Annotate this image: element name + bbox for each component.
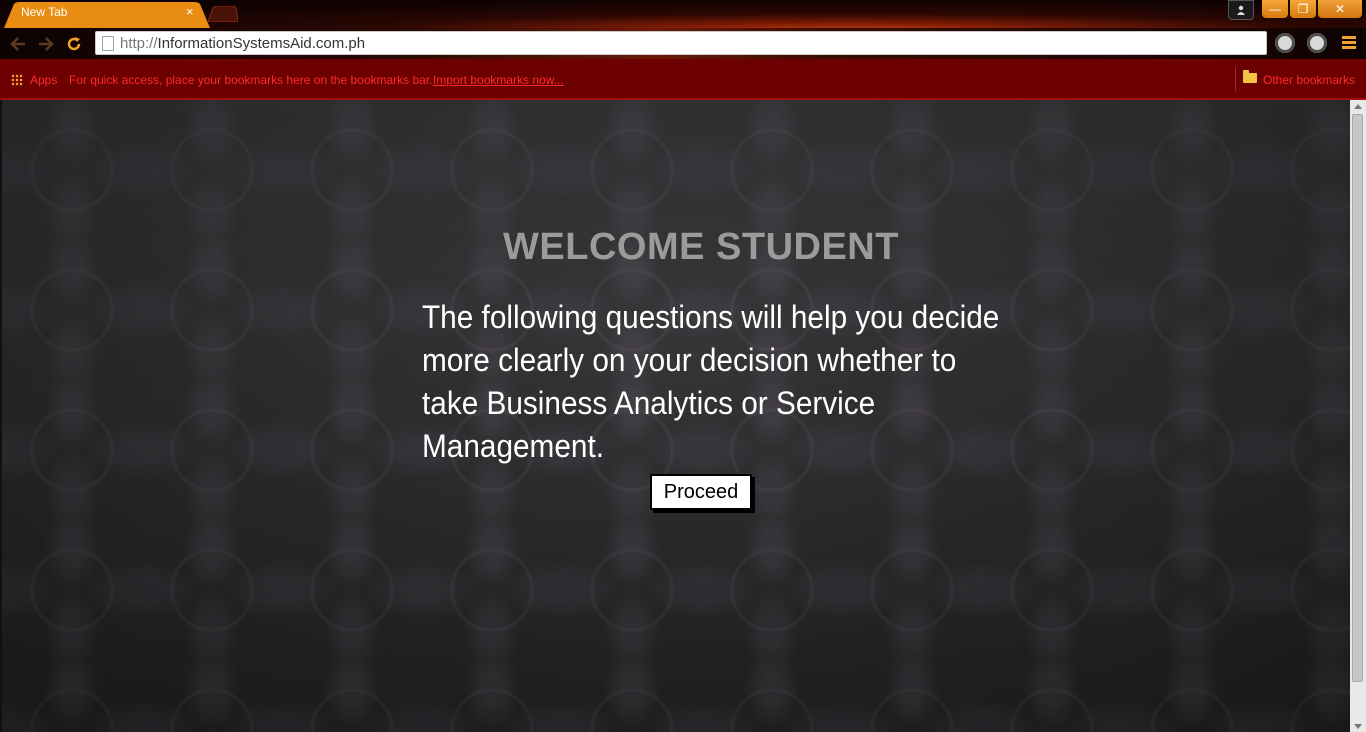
- proceed-button[interactable]: Proceed: [650, 474, 752, 510]
- url-text: http://InformationSystemsAid.com.ph: [120, 35, 366, 52]
- tab-close-icon[interactable]: ×: [186, 4, 194, 19]
- forward-arrow-icon[interactable]: [36, 34, 56, 54]
- import-bookmarks-link[interactable]: Import bookmarks now...: [433, 73, 564, 87]
- tab-title: New Tab: [21, 5, 68, 19]
- close-window-button[interactable]: ✕: [1318, 0, 1362, 18]
- folder-icon: [1243, 70, 1257, 83]
- vertical-scrollbar[interactable]: [1350, 100, 1366, 732]
- page-icon: [102, 36, 114, 51]
- page-heading: WELCOME STUDENT: [503, 226, 899, 268]
- bookmarks-divider: [1235, 67, 1236, 91]
- intro-message: The following questions will help you de…: [422, 299, 1000, 464]
- new-tab-button[interactable]: [208, 6, 238, 22]
- minimize-button[interactable]: —: [1262, 0, 1288, 18]
- scroll-up-arrow-icon[interactable]: [1354, 104, 1362, 109]
- apps-shortcut[interactable]: Apps: [30, 73, 57, 87]
- extension-icon[interactable]: [1275, 33, 1295, 53]
- reload-icon[interactable]: [64, 34, 84, 54]
- other-bookmarks-button[interactable]: Other bookmarks: [1263, 73, 1355, 87]
- back-arrow-icon[interactable]: [8, 34, 28, 54]
- user-icon[interactable]: [1228, 0, 1254, 20]
- bookmarks-hint: For quick access, place your bookmarks h…: [69, 73, 433, 87]
- maximize-button[interactable]: ❐: [1290, 0, 1316, 18]
- bookmarks-bar: Apps For quick access, place your bookma…: [0, 59, 1366, 100]
- title-bar: New Tab × — ❐ ✕: [0, 0, 1366, 28]
- apps-grid-icon[interactable]: [11, 74, 23, 86]
- browser-toolbar: http://InformationSystemsAid.com.ph: [0, 28, 1366, 59]
- scroll-thumb[interactable]: [1352, 114, 1363, 682]
- extension-shield-icon[interactable]: [1307, 33, 1327, 53]
- chrome-menu-icon[interactable]: [1342, 36, 1356, 50]
- scroll-down-arrow-icon[interactable]: [1354, 724, 1362, 729]
- address-bar[interactable]: http://InformationSystemsAid.com.ph: [95, 31, 1267, 55]
- page-viewport: WELCOME STUDENT The following questions …: [0, 100, 1350, 732]
